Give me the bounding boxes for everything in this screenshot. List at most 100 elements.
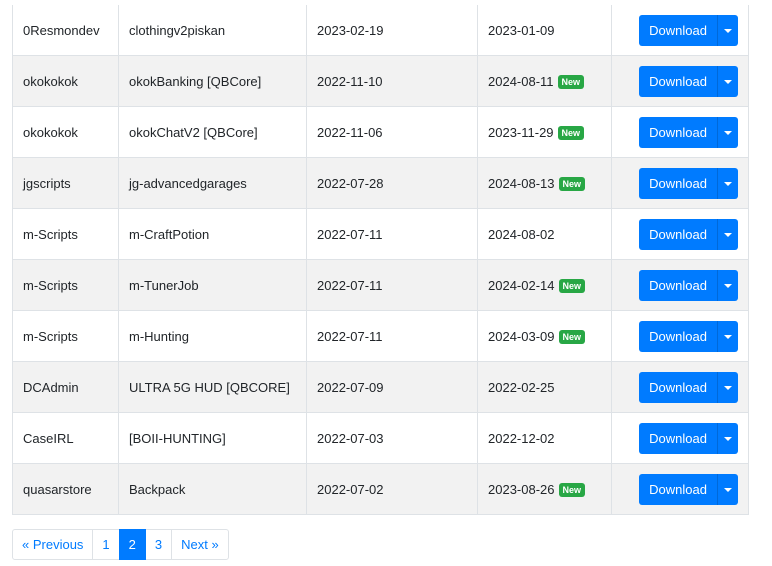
created-date-cell: 2022-07-11: [306, 310, 478, 362]
chevron-down-icon: [724, 334, 732, 339]
pagination-previous-link[interactable]: « Previous: [12, 529, 94, 560]
table-row: m-Scripts m-Hunting 2022-07-11 2024-03-09 Ne…: [12, 310, 749, 362]
action-cell: Download: [611, 463, 749, 515]
created-date-cell: 2022-07-11: [306, 208, 478, 260]
updated-date-cell: 2024-08-13 New: [477, 157, 612, 209]
download-button[interactable]: Download: [639, 116, 717, 148]
action-cell: Download: [611, 157, 749, 209]
download-button[interactable]: Download: [639, 269, 717, 301]
action-cell: Download: [611, 412, 749, 464]
updated-date-text: 2024-02-14: [488, 277, 555, 293]
download-button[interactable]: Download: [639, 167, 717, 199]
author-cell: CaseIRL: [12, 412, 119, 464]
updated-date-cell: 2024-02-14 New: [477, 259, 612, 311]
resource-name-cell: ULTRA 5G HUD [QBCORE]: [118, 361, 307, 413]
updated-date-cell: 2022-12-02: [477, 412, 612, 464]
table-row: okokokok okokBanking [QBCore] 2022-11-10 20…: [12, 55, 749, 107]
resource-name-cell: okokBanking [QBCore]: [118, 55, 307, 107]
download-button-group: Download: [639, 167, 738, 199]
chevron-down-icon: [724, 181, 732, 186]
author-cell: okokokok: [12, 55, 119, 107]
download-dropdown-toggle[interactable]: [717, 167, 738, 199]
download-dropdown-toggle[interactable]: [717, 65, 738, 97]
download-button[interactable]: Download: [639, 218, 717, 250]
new-badge: New: [557, 74, 585, 89]
updated-date-text: 2023-08-26: [488, 481, 555, 497]
pagination-page-1-link[interactable]: 1: [92, 529, 120, 560]
updated-date-text: 2022-02-25: [488, 379, 555, 395]
created-date-cell: 2022-07-28: [306, 157, 478, 209]
updated-date-cell: 2024-08-02: [477, 208, 612, 260]
chevron-down-icon: [724, 232, 732, 237]
chevron-down-icon: [724, 385, 732, 390]
download-button-group: Download: [639, 14, 738, 46]
pagination-page-2-link[interactable]: 2: [118, 529, 146, 560]
author-cell: m-Scripts: [12, 310, 119, 362]
download-button-group: Download: [639, 371, 738, 403]
action-cell: Download: [611, 106, 749, 158]
download-button[interactable]: Download: [639, 14, 717, 46]
table-row: quasarstore Backpack 2022-07-02 2023-08-26 N…: [12, 463, 749, 515]
table-row: 0Resmondev clothingv2piskan 2023-02-19 2023…: [12, 5, 749, 56]
chevron-down-icon: [724, 436, 732, 441]
new-badge: New: [558, 176, 586, 191]
updated-date-text: 2023-11-29: [488, 124, 554, 140]
download-dropdown-toggle[interactable]: [717, 116, 738, 148]
chevron-down-icon: [724, 28, 732, 33]
download-dropdown-toggle[interactable]: [717, 422, 738, 454]
resource-name-cell: Backpack: [118, 463, 307, 515]
updated-date-text: 2024-03-09: [488, 328, 555, 344]
download-dropdown-toggle[interactable]: [717, 218, 738, 250]
new-badge: New: [558, 329, 586, 344]
table-row: jgscripts jg-advancedgarages 2022-07-28 202…: [12, 157, 749, 209]
new-badge: New: [558, 482, 586, 497]
updated-date-cell: 2024-03-09 New: [477, 310, 612, 362]
resource-name-cell: [BOII-HUNTING]: [118, 412, 307, 464]
created-date-cell: 2022-07-09: [306, 361, 478, 413]
download-dropdown-toggle[interactable]: [717, 269, 738, 301]
download-button-group: Download: [639, 218, 738, 250]
author-cell: DCAdmin: [12, 361, 119, 413]
action-cell: Download: [611, 310, 749, 362]
action-cell: Download: [611, 5, 749, 56]
updated-date-text: 2024-08-02: [488, 226, 555, 242]
created-date-cell: 2022-07-02: [306, 463, 478, 515]
download-button[interactable]: Download: [639, 371, 717, 403]
action-cell: Download: [611, 361, 749, 413]
download-dropdown-toggle[interactable]: [717, 473, 738, 505]
table-row: CaseIRL [BOII-HUNTING] 2022-07-03 2022-12-0…: [12, 412, 749, 464]
author-cell: 0Resmondev: [12, 5, 119, 56]
author-cell: m-Scripts: [12, 259, 119, 311]
table-row: m-Scripts m-TunerJob 2022-07-11 2024-02-14 N…: [12, 259, 749, 311]
releases-page: 0Resmondev clothingv2piskan 2023-02-19 2023…: [0, 0, 772, 566]
table-row: DCAdmin ULTRA 5G HUD [QBCORE] 2022-07-09 20…: [12, 361, 749, 413]
resource-name-cell: jg-advancedgarages: [118, 157, 307, 209]
resource-name-cell: okokChatV2 [QBCore]: [118, 106, 307, 158]
pagination-next-link[interactable]: Next »: [171, 529, 229, 560]
resource-name-cell: m-CraftPotion: [118, 208, 307, 260]
updated-date-text: 2023-01-09: [488, 22, 555, 38]
pagination-page-3-link[interactable]: 3: [144, 529, 173, 560]
download-dropdown-toggle[interactable]: [717, 320, 738, 352]
download-button-group: Download: [639, 65, 738, 97]
chevron-down-icon: [724, 487, 732, 492]
updated-date-cell: 2023-08-26 New: [477, 463, 612, 515]
created-date-cell: 2022-07-11: [306, 259, 478, 311]
author-cell: m-Scripts: [12, 208, 119, 260]
download-button[interactable]: Download: [639, 65, 717, 97]
download-button-group: Download: [639, 422, 738, 454]
table-row: okokokok okokChatV2 [QBCore] 2022-11-06 202…: [12, 106, 749, 158]
download-button[interactable]: Download: [639, 422, 717, 454]
chevron-down-icon: [724, 283, 732, 288]
author-cell: quasarstore: [12, 463, 119, 515]
download-dropdown-toggle[interactable]: [717, 14, 738, 46]
updated-date-text: 2024-08-13: [488, 175, 555, 191]
download-dropdown-toggle[interactable]: [717, 371, 738, 403]
updated-date-cell: 2022-02-25: [477, 361, 612, 413]
download-button[interactable]: Download: [639, 473, 717, 505]
resource-name-cell: m-Hunting: [118, 310, 307, 362]
download-button[interactable]: Download: [639, 320, 717, 352]
created-date-cell: 2023-02-19: [306, 5, 478, 56]
download-button-group: Download: [639, 473, 738, 505]
action-cell: Download: [611, 55, 749, 107]
